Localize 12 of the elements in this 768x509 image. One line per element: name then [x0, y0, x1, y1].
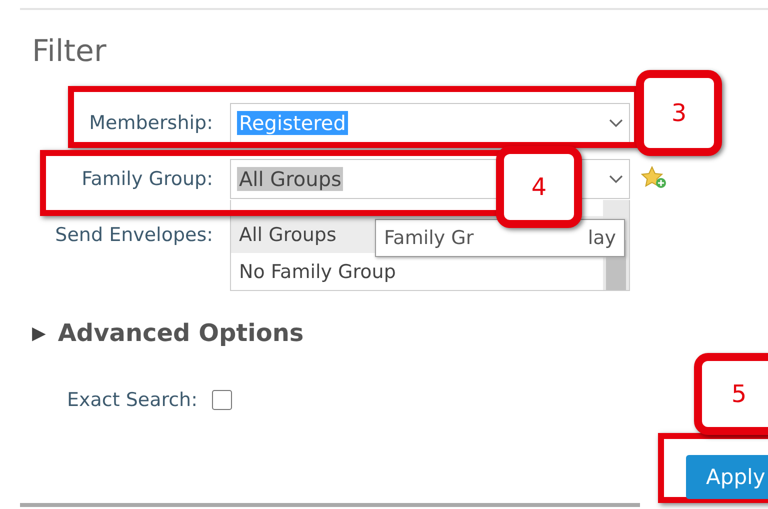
filter-heading: Filter [32, 34, 108, 71]
step-number-callout: 4 [496, 146, 582, 228]
field-label: Send Envelopes: [54, 224, 214, 246]
field-label: Membership: [88, 112, 214, 134]
tooltip-text: lay [588, 227, 616, 249]
field-label: Family Group: [80, 168, 214, 190]
field-label: Exact Search: [67, 389, 198, 411]
step-number-callout: 3 [636, 70, 722, 156]
selected-value: All Groups [237, 167, 344, 191]
tooltip-text: Family Gr [384, 227, 474, 249]
step-number-callout: 5 [694, 353, 768, 435]
selected-value: Registered [237, 111, 348, 135]
